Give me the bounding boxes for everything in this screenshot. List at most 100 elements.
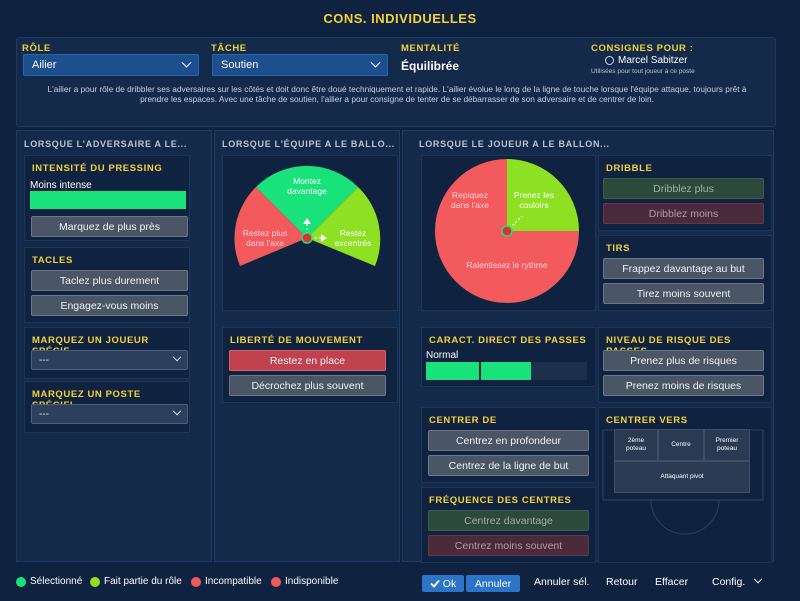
cross-to-centre[interactable]: Centre bbox=[658, 429, 704, 461]
passes-title: CARACT. DIRECT DES PASSES bbox=[429, 335, 587, 346]
instructions-for-label: CONSIGNES POUR : bbox=[591, 43, 694, 54]
column-opponent-ball: LORSQUE L'ADVERSAIRE A LE... INTENSITÉ D… bbox=[16, 130, 212, 562]
title-bar: CONS. INDIVIDUELLES bbox=[0, 0, 800, 36]
more-risk-button[interactable]: Prenez plus de risques bbox=[603, 350, 764, 371]
unavailable-dot-icon bbox=[271, 576, 281, 587]
mark-position-value: --- bbox=[39, 408, 49, 420]
column-header: LORSQUE L'ÉQUIPE A LE BALLO... bbox=[222, 139, 395, 149]
shoot-more-button[interactable]: Frappez davantage au but bbox=[603, 258, 764, 279]
cross-more-button[interactable]: Centrez davantage bbox=[428, 510, 589, 531]
legend-label: Incompatible bbox=[205, 576, 262, 587]
chevron-down-icon bbox=[181, 57, 192, 68]
cross-from-box: CENTRER DE Centrez en profondeur Centrez… bbox=[421, 407, 596, 483]
chevron-down-icon bbox=[172, 352, 182, 362]
dribble-less-button[interactable]: Dribblez moins bbox=[603, 203, 764, 224]
mark-player-value: --- bbox=[39, 354, 49, 366]
movement-zone: Montez davantage Restez plus dans l'axe Re… bbox=[222, 155, 398, 311]
player-dot bbox=[301, 232, 313, 244]
cross-from-title: CENTRER DE bbox=[429, 415, 497, 426]
chevron-down-icon bbox=[370, 57, 381, 68]
drop-deeper-button[interactable]: Décrochez plus souvent bbox=[229, 375, 386, 396]
passes-value: Normal bbox=[426, 350, 459, 361]
pressing-value: Moins intense bbox=[30, 180, 92, 191]
zone-left-label: Restez plus dans l'axe bbox=[243, 228, 287, 248]
legend-label: Fait partie du rôle bbox=[104, 576, 182, 587]
legend-selected: Sélectionné bbox=[16, 576, 82, 587]
ok-button[interactable]: Ok bbox=[422, 575, 464, 592]
dribble-more-button[interactable]: Dribblez plus bbox=[603, 178, 764, 199]
ok-label: Ok bbox=[442, 577, 457, 590]
tackles-title: TACLES bbox=[32, 255, 73, 266]
dribble-zone-diagram: Repiquez dans l'axe Prenez les couloirs Ra… bbox=[435, 159, 579, 303]
legend-label: Indisponible bbox=[285, 576, 339, 587]
player[interactable]: Marcel Sabitzer bbox=[605, 55, 687, 66]
legend-unavailable: Indisponible bbox=[271, 576, 338, 587]
cross-less-button[interactable]: Centrez moins souvent bbox=[428, 535, 589, 556]
dribble-title: DRIBBLE bbox=[606, 163, 653, 174]
cross-deep-button[interactable]: Centrez en profondeur bbox=[428, 430, 589, 451]
role-label: RÔLE bbox=[22, 43, 51, 54]
config-button[interactable]: Config. bbox=[712, 574, 763, 588]
role-description: L'ailier a pour rôle de dribbler ses adv… bbox=[47, 84, 747, 104]
pressing-button[interactable]: Marquez de plus près bbox=[31, 216, 188, 237]
page-title: CONS. INDIVIDUELLES bbox=[323, 10, 477, 26]
zone-slow-label: Ralentissez le rythme bbox=[466, 260, 548, 270]
legend-label: Sélectionné bbox=[30, 576, 83, 587]
mentality-label: MENTALITÉ bbox=[401, 43, 461, 54]
task-label: TÂCHE bbox=[211, 43, 247, 54]
player-dot bbox=[501, 225, 513, 237]
cross-byline-button[interactable]: Centrez de la ligne de but bbox=[428, 455, 589, 476]
column-header: LORSQUE LE JOUEUR A LE BALLON... bbox=[419, 139, 610, 149]
column-team-ball: LORSQUE L'ÉQUIPE A LE BALLO... Montez dav… bbox=[214, 130, 400, 562]
shoot-less-button[interactable]: Tirez moins souvent bbox=[603, 283, 764, 304]
selected-dot-icon bbox=[16, 576, 26, 587]
cross-freq-title: FRÉQUENCE DES CENTRES bbox=[429, 495, 572, 506]
config-label: Config. bbox=[712, 576, 746, 588]
role-panel: RÔLE Ailier TÂCHE Soutien MENTALITÉ Équi… bbox=[16, 37, 776, 127]
tackles-box: TACLES Taclez plus durement Engagez-vous… bbox=[24, 247, 190, 323]
risk-box: NIVEAU DE RISQUE DES PASSES Prenez plus … bbox=[598, 327, 772, 403]
passes-box: CARACT. DIRECT DES PASSES Normal bbox=[421, 327, 596, 387]
tackle-harder-button[interactable]: Taclez plus durement bbox=[31, 270, 188, 291]
hold-position-button[interactable]: Restez en place bbox=[229, 350, 386, 371]
window: CONS. INDIVIDUELLES RÔLE Ailier TÂCHE So… bbox=[0, 0, 800, 601]
mark-player-dropdown[interactable]: --- bbox=[31, 350, 188, 370]
zone-right-label: Restez excentrés bbox=[335, 228, 372, 248]
chevron-down-icon bbox=[172, 406, 182, 416]
passes-divider bbox=[479, 362, 481, 380]
shots-title: TIRS bbox=[606, 243, 631, 254]
cross-to-striker[interactable]: Attaquant pivot bbox=[614, 461, 750, 493]
player-name: Marcel Sabitzer bbox=[618, 55, 688, 66]
cross-to-far-post[interactable]: 2ème poteau bbox=[614, 429, 658, 461]
shots-box: TIRS Frappez davantage au but Tirez moin… bbox=[598, 235, 772, 311]
legend-in-role: Fait partie du rôle bbox=[90, 576, 182, 587]
mark-position-box: MARQUEZ UN POSTE SPÉCIFI... --- bbox=[24, 381, 190, 433]
cross-to-near-post[interactable]: Premier poteau bbox=[704, 429, 750, 461]
clear-button[interactable]: Effacer bbox=[655, 576, 688, 588]
less-risk-button[interactable]: Prenez moins de risques bbox=[603, 375, 764, 396]
person-icon bbox=[605, 56, 614, 65]
role-dropdown[interactable]: Ailier bbox=[23, 54, 199, 76]
cancel-button[interactable]: Annuler bbox=[466, 575, 520, 592]
pressing-title: INTENSITÉ DU PRESSING bbox=[32, 163, 163, 174]
cross-to-title: CENTRER VERS bbox=[606, 415, 688, 426]
cross-freq-box: FRÉQUENCE DES CENTRES Centrez davantage … bbox=[421, 487, 596, 563]
incompatible-dot-icon bbox=[191, 576, 201, 587]
cancel-selection-button[interactable]: Annuler sél. bbox=[534, 576, 589, 588]
back-button[interactable]: Retour bbox=[606, 576, 638, 588]
mark-player-box: MARQUEZ UN JOUEUR SPÉCIF... --- bbox=[24, 327, 190, 379]
pressing-level-bar[interactable] bbox=[30, 191, 186, 209]
column-player-ball: LORSQUE LE JOUEUR A LE BALLON... Repique… bbox=[402, 130, 774, 563]
mentality-value: Équilibrée bbox=[401, 59, 460, 73]
zone-wide-label: Prenez les couloirs bbox=[514, 190, 554, 210]
mark-position-dropdown[interactable]: --- bbox=[31, 404, 188, 424]
pressing-box: INTENSITÉ DU PRESSING Moins intense Marq… bbox=[24, 155, 190, 241]
task-dropdown[interactable]: Soutien bbox=[212, 54, 388, 76]
chevron-down-icon bbox=[754, 574, 763, 584]
column-header: LORSQUE L'ADVERSAIRE A LE... bbox=[24, 139, 188, 149]
dribble-zone: Repiquez dans l'axe Prenez les couloirs Ra… bbox=[421, 155, 596, 311]
check-icon bbox=[430, 579, 440, 588]
legend-incompatible: Incompatible bbox=[191, 576, 262, 587]
stay-on-feet-button[interactable]: Engagez-vous moins bbox=[31, 295, 188, 316]
role-value: Ailier bbox=[32, 59, 57, 71]
